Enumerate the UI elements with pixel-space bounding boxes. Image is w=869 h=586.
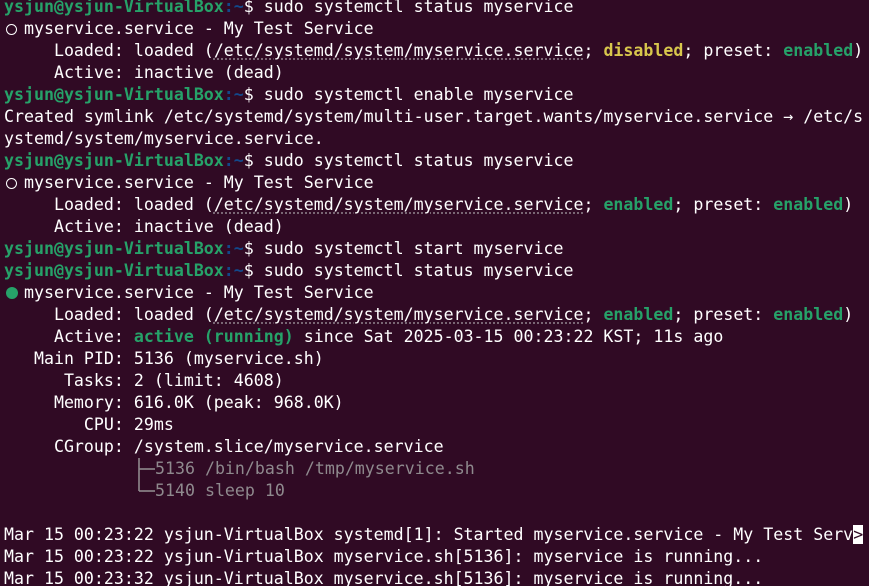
active-label: Active: — [4, 327, 134, 346]
memory-value: 616.0K (peak: 968.0K) — [133, 393, 344, 412]
log-text: Mar 15 00:23:22 ysjun-VirtualBox systemd… — [4, 525, 854, 544]
service-title: myservice.service - My Test Service — [24, 19, 374, 38]
loaded-line: Loaded: loaded (/etc/systemd/system/myse… — [4, 194, 853, 216]
loaded-pre: loaded ( — [133, 195, 214, 214]
prompt-user: ysjun@ysjun-VirtualBox — [4, 85, 224, 104]
loaded-state: disabled — [603, 41, 684, 60]
loaded-sep: ; — [583, 41, 604, 60]
prompt-line: ysjun@ysjun-VirtualBox:~$ sudo systemctl… — [4, 150, 573, 172]
loaded-label: Loaded: — [4, 41, 134, 60]
loaded-state: enabled — [603, 305, 674, 324]
active-circle-icon — [6, 287, 18, 299]
tasks-value: 2 (limit: 4608) — [133, 371, 284, 390]
loaded-sep: ; — [583, 305, 604, 324]
prompt-path: :~ — [223, 151, 244, 170]
unit-file-link[interactable]: /etc/systemd/system/myservice.service — [214, 195, 584, 214]
prompt-user: ysjun@ysjun-VirtualBox — [4, 0, 224, 16]
prompt-dollar: $ — [243, 261, 264, 280]
service-title-line: myservice.service - My Test Service — [4, 172, 374, 194]
cgroup-label: CGroup: — [4, 437, 134, 456]
inactive-circle-icon — [6, 24, 17, 35]
prompt-path: :~ — [223, 0, 244, 16]
command-text: sudo systemctl status myservice — [263, 261, 574, 280]
pid-value: 5136 (myservice.sh) — [133, 349, 324, 368]
process-item: 5140 sleep 10 — [155, 481, 285, 500]
preset-state: enabled — [773, 195, 844, 214]
pid-label: Main PID: — [4, 349, 134, 368]
prompt-line: ysjun@ysjun-VirtualBox:~$ sudo systemctl… — [4, 0, 573, 18]
loaded-line: Loaded: loaded (/etc/systemd/system/myse… — [4, 304, 853, 326]
loaded-pre: loaded ( — [133, 41, 214, 60]
active-line: Active: inactive (dead) — [4, 216, 284, 238]
process-tree-lines — [138, 458, 155, 492]
command-text: sudo systemctl status myservice — [263, 0, 574, 16]
active-label: Active: — [4, 63, 134, 82]
active-label: Active: — [4, 217, 134, 236]
preset-label: ; preset: — [673, 305, 774, 324]
tasks-line: Tasks: 2 (limit: 4608) — [4, 370, 284, 392]
active-value: inactive (dead) — [133, 217, 284, 236]
prompt-dollar: $ — [243, 239, 264, 258]
output-line: Created symlink /etc/systemd/system/mult… — [4, 107, 864, 126]
service-title: myservice.service - My Test Service — [24, 283, 374, 302]
process-item: 5136 /bin/bash /tmp/myservice.sh — [155, 459, 475, 478]
preset-label: ; preset: — [683, 41, 784, 60]
prompt-user: ysjun@ysjun-VirtualBox — [4, 239, 224, 258]
cpu-line: CPU: 29ms — [4, 414, 174, 436]
loaded-line: Loaded: loaded (/etc/systemd/system/myse… — [4, 40, 863, 62]
active-state: active (running) — [133, 327, 294, 346]
cgroup-line: CGroup: /system.slice/myservice.service — [4, 436, 444, 458]
loaded-state: enabled — [603, 195, 674, 214]
command-text: sudo systemctl start myservice — [263, 239, 564, 258]
prompt-path: :~ — [223, 261, 244, 280]
cpu-value: 29ms — [133, 415, 174, 434]
service-title: myservice.service - My Test Service — [24, 173, 374, 192]
cgroup-value: /system.slice/myservice.service — [133, 437, 444, 456]
command-text: sudo systemctl enable myservice — [263, 85, 574, 104]
memory-label: Memory: — [4, 393, 134, 412]
prompt-path: :~ — [223, 85, 244, 104]
truncation-marker: > — [853, 525, 864, 544]
prompt-dollar: $ — [243, 0, 264, 16]
unit-file-link[interactable]: /etc/systemd/system/myservice.service — [214, 41, 584, 60]
prompt-line: ysjun@ysjun-VirtualBox:~$ sudo systemctl… — [4, 260, 573, 282]
active-line: Active: inactive (dead) — [4, 62, 284, 84]
loaded-label: Loaded: — [4, 195, 134, 214]
log-line: Mar 15 00:23:32 ysjun-VirtualBox myservi… — [4, 569, 764, 586]
terminal-window[interactable]: ysjun@ysjun-VirtualBox:~$ sudo systemctl… — [0, 0, 869, 586]
command-text: sudo systemctl status myservice — [263, 151, 574, 170]
service-title-line: myservice.service - My Test Service — [4, 18, 374, 40]
prompt-dollar: $ — [243, 85, 264, 104]
service-title-line: myservice.service - My Test Service — [4, 282, 374, 304]
loaded-end: ) — [843, 195, 854, 214]
inactive-circle-icon — [6, 178, 17, 189]
loaded-pre: loaded ( — [133, 305, 214, 324]
preset-label: ; preset: — [673, 195, 774, 214]
unit-file-link[interactable]: /etc/systemd/system/myservice.service — [214, 305, 584, 324]
prompt-line: ysjun@ysjun-VirtualBox:~$ sudo systemctl… — [4, 84, 573, 106]
prompt-user: ysjun@ysjun-VirtualBox — [4, 151, 224, 170]
memory-line: Memory: 616.0K (peak: 968.0K) — [4, 392, 344, 414]
cpu-label: CPU: — [4, 415, 134, 434]
active-since: since Sat 2025-03-15 00:23:22 KST; 11s a… — [293, 327, 724, 346]
active-line: Active: active (running) since Sat 2025-… — [4, 326, 723, 348]
loaded-end: ) — [843, 305, 854, 324]
prompt-dollar: $ — [243, 151, 264, 170]
loaded-label: Loaded: — [4, 305, 134, 324]
loaded-end: ) — [853, 41, 864, 60]
output-line: ystemd/system/myservice.service. — [4, 129, 324, 148]
prompt-line: ysjun@ysjun-VirtualBox:~$ sudo systemctl… — [4, 238, 563, 260]
loaded-sep: ; — [583, 195, 604, 214]
active-value: inactive (dead) — [133, 63, 284, 82]
pid-line: Main PID: 5136 (myservice.sh) — [4, 348, 324, 370]
preset-state: enabled — [783, 41, 854, 60]
tasks-label: Tasks: — [4, 371, 134, 390]
log-line: Mar 15 00:23:22 ysjun-VirtualBox systemd… — [4, 524, 864, 546]
prompt-user: ysjun@ysjun-VirtualBox — [4, 261, 224, 280]
preset-state: enabled — [773, 305, 844, 324]
log-line: Mar 15 00:23:22 ysjun-VirtualBox myservi… — [4, 547, 764, 566]
prompt-path: :~ — [223, 239, 244, 258]
